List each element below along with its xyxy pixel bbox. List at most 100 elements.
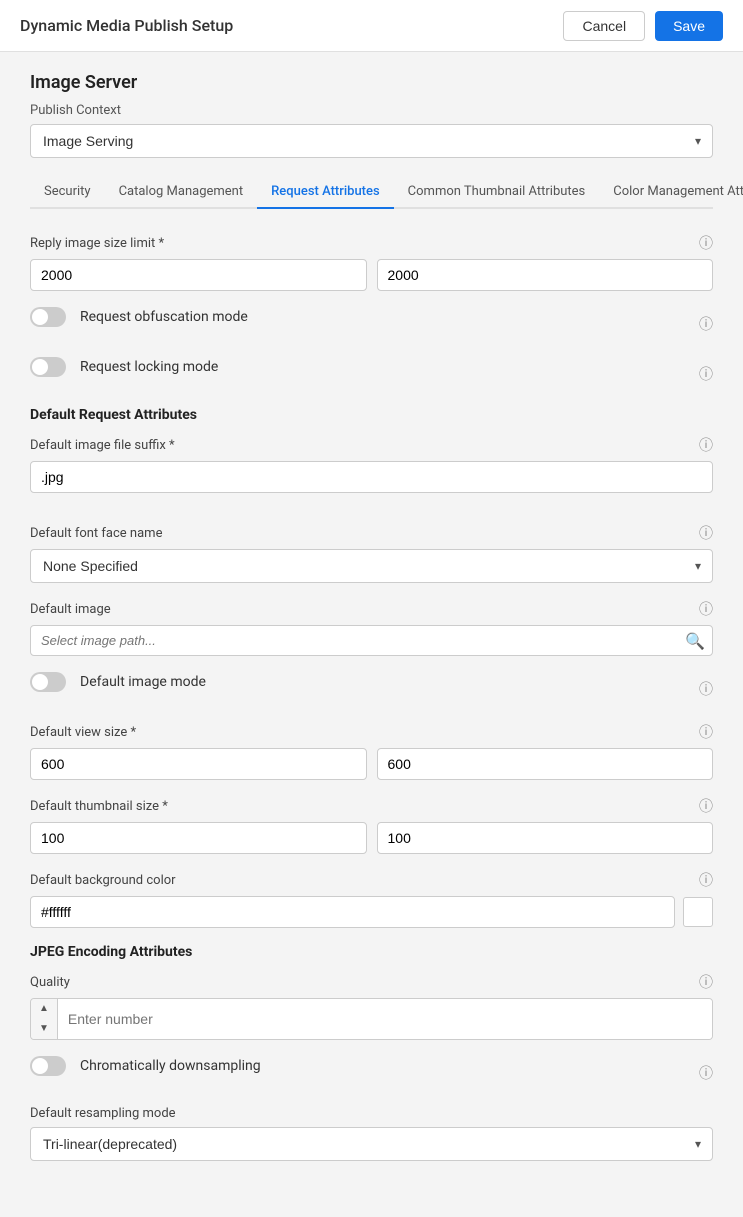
jpeg-section-heading: JPEG Encoding Attributes xyxy=(30,944,713,960)
default-font-face-info-icon[interactable]: ⓘ xyxy=(699,523,713,543)
stepper-controls: ▲ ▼ xyxy=(31,999,58,1039)
default-thumbnail-size-info-icon[interactable]: ⓘ xyxy=(699,796,713,816)
default-font-face-group: Default font face name ⓘ None Specified … xyxy=(30,523,713,583)
default-image-input-wrapper: 🔍 xyxy=(30,625,713,656)
default-font-face-select-wrapper: None Specified ▾ xyxy=(30,549,713,583)
color-swatch[interactable] xyxy=(683,897,713,927)
default-image-label: Default image xyxy=(30,602,111,617)
tab-security[interactable]: Security xyxy=(30,176,105,207)
quality-group: Quality ⓘ ▲ ▼ xyxy=(30,972,713,1040)
tab-catalog-management[interactable]: Catalog Management xyxy=(105,176,258,207)
quality-stepper: ▲ ▼ xyxy=(30,998,713,1040)
default-image-mode-label-row: Default image mode ⓘ xyxy=(30,672,713,706)
request-obfuscation-label: Request obfuscation mode xyxy=(80,309,248,325)
default-background-color-info-icon[interactable]: ⓘ xyxy=(699,870,713,890)
request-obfuscation-group: Request obfuscation mode ⓘ xyxy=(30,307,713,341)
stepper-down-button[interactable]: ▼ xyxy=(31,1019,57,1039)
reply-image-size-inputs xyxy=(30,259,713,291)
default-thumbnail-size-label: Default thumbnail size * xyxy=(30,799,168,814)
quality-label-row: Quality ⓘ xyxy=(30,972,713,992)
default-image-info-icon[interactable]: ⓘ xyxy=(699,599,713,619)
default-image-input[interactable] xyxy=(30,625,713,656)
default-resampling-label-row: Default resampling mode xyxy=(30,1106,713,1121)
tab-request-attributes[interactable]: Request Attributes xyxy=(257,176,394,207)
request-locking-toggle-row: Request locking mode xyxy=(30,357,218,377)
tab-common-thumbnail-attributes[interactable]: Common Thumbnail Attributes xyxy=(394,176,600,207)
default-image-mode-label: Default image mode xyxy=(80,674,206,690)
publish-context-select[interactable]: Image Serving Image Rendering Video xyxy=(30,124,713,158)
tabs-bar: Security Catalog Management Request Attr… xyxy=(30,176,713,209)
default-view-size-info-icon[interactable]: ⓘ xyxy=(699,722,713,742)
chromatically-downsampling-info-icon[interactable]: ⓘ xyxy=(699,1063,713,1083)
default-image-suffix-input[interactable] xyxy=(30,461,713,493)
request-locking-label: Request locking mode xyxy=(80,359,218,375)
default-image-suffix-group: Default image file suffix * ⓘ xyxy=(30,435,713,507)
request-obfuscation-label-row: Request obfuscation mode ⓘ xyxy=(30,307,713,341)
default-thumbnail-size-input-1[interactable] xyxy=(30,822,367,854)
request-obfuscation-toggle[interactable] xyxy=(30,307,66,327)
toggle-slider xyxy=(30,1056,66,1076)
default-image-label-row: Default image ⓘ xyxy=(30,599,713,619)
default-view-size-inputs xyxy=(30,748,713,780)
default-background-color-group: Default background color ⓘ xyxy=(30,870,713,928)
request-obfuscation-toggle-row: Request obfuscation mode xyxy=(30,307,248,327)
default-image-suffix-info-icon[interactable]: ⓘ xyxy=(699,435,713,455)
default-font-face-label-row: Default font face name ⓘ xyxy=(30,523,713,543)
tab-color-management-attributes[interactable]: Color Management Attributes xyxy=(599,176,743,207)
reply-image-size-group: Reply image size limit * ⓘ xyxy=(30,233,713,291)
default-thumbnail-size-label-row: Default thumbnail size * ⓘ xyxy=(30,796,713,816)
default-view-size-group: Default view size * ⓘ xyxy=(30,722,713,780)
cancel-button[interactable]: Cancel xyxy=(563,11,645,41)
chromatically-downsampling-label-row: Chromatically downsampling ⓘ xyxy=(30,1056,713,1090)
quality-info-icon[interactable]: ⓘ xyxy=(699,972,713,992)
chromatically-downsampling-toggle[interactable] xyxy=(30,1056,66,1076)
main-content: Image Server Publish Context Image Servi… xyxy=(0,52,743,1217)
search-image-icon[interactable]: 🔍 xyxy=(685,631,705,650)
toggle-slider xyxy=(30,357,66,377)
default-background-color-label-row: Default background color ⓘ xyxy=(30,870,713,890)
default-image-mode-info-icon[interactable]: ⓘ xyxy=(699,679,713,699)
toggle-slider xyxy=(30,307,66,327)
top-bar: Dynamic Media Publish Setup Cancel Save xyxy=(0,0,743,52)
default-background-color-input[interactable] xyxy=(30,896,675,928)
default-background-color-label: Default background color xyxy=(30,873,176,888)
default-view-size-label-row: Default view size * ⓘ xyxy=(30,722,713,742)
default-font-face-select[interactable]: None Specified xyxy=(30,549,713,583)
page-title: Dynamic Media Publish Setup xyxy=(20,16,233,35)
default-thumbnail-size-input-2[interactable] xyxy=(377,822,714,854)
publish-context-label: Publish Context xyxy=(30,103,713,118)
default-view-size-input-2[interactable] xyxy=(377,748,714,780)
default-resampling-select-wrapper: Tri-linear(deprecated) Bicubic Bilinear … xyxy=(30,1127,713,1161)
chromatically-downsampling-toggle-row: Chromatically downsampling xyxy=(30,1056,261,1076)
default-image-mode-toggle[interactable] xyxy=(30,672,66,692)
default-view-size-label: Default view size * xyxy=(30,725,136,740)
stepper-up-button[interactable]: ▲ xyxy=(31,999,57,1019)
request-locking-group: Request locking mode ⓘ xyxy=(30,357,713,391)
quality-input[interactable] xyxy=(58,999,712,1039)
default-resampling-select[interactable]: Tri-linear(deprecated) Bicubic Bilinear … xyxy=(30,1127,713,1161)
default-image-group: Default image ⓘ 🔍 xyxy=(30,599,713,656)
default-image-mode-group: Default image mode ⓘ xyxy=(30,672,713,706)
default-font-face-label: Default font face name xyxy=(30,526,162,541)
default-image-suffix-label-row: Default image file suffix * ⓘ xyxy=(30,435,713,455)
default-resampling-label: Default resampling mode xyxy=(30,1106,176,1121)
default-thumbnail-size-inputs xyxy=(30,822,713,854)
request-locking-toggle[interactable] xyxy=(30,357,66,377)
section-title: Image Server xyxy=(30,72,713,93)
reply-image-size-input-1[interactable] xyxy=(30,259,367,291)
default-image-mode-toggle-row: Default image mode xyxy=(30,672,206,692)
chromatically-downsampling-label: Chromatically downsampling xyxy=(80,1058,261,1074)
publish-context-wrapper: Image Serving Image Rendering Video ▾ xyxy=(30,124,713,158)
chromatically-downsampling-group: Chromatically downsampling ⓘ xyxy=(30,1056,713,1090)
default-view-size-input-1[interactable] xyxy=(30,748,367,780)
reply-image-size-label: Reply image size limit * xyxy=(30,236,164,251)
reply-image-size-input-2[interactable] xyxy=(377,259,714,291)
reply-image-size-info-icon[interactable]: ⓘ xyxy=(699,233,713,253)
top-bar-actions: Cancel Save xyxy=(563,11,723,41)
request-obfuscation-info-icon[interactable]: ⓘ xyxy=(699,314,713,334)
request-locking-label-row: Request locking mode ⓘ xyxy=(30,357,713,391)
toggle-slider xyxy=(30,672,66,692)
request-locking-info-icon[interactable]: ⓘ xyxy=(699,364,713,384)
save-button[interactable]: Save xyxy=(655,11,723,41)
default-thumbnail-size-group: Default thumbnail size * ⓘ xyxy=(30,796,713,854)
